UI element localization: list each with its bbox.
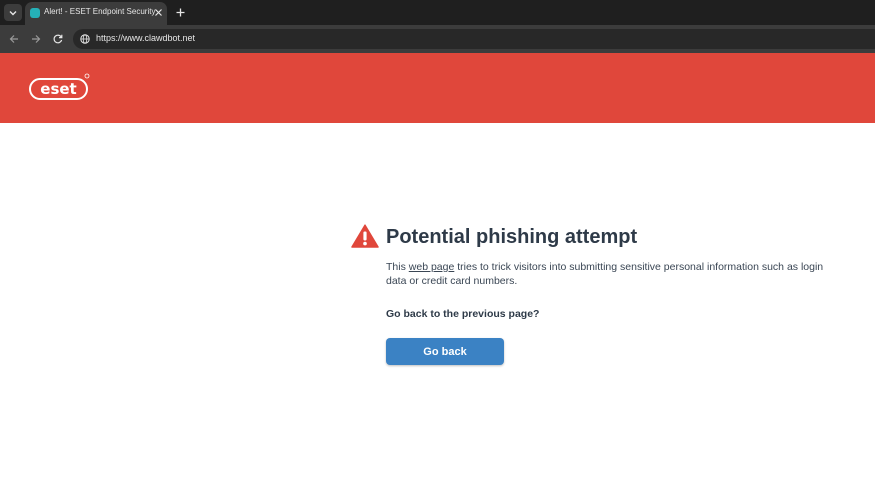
eset-header: eset: [0, 53, 875, 123]
warning-triangle-icon: [351, 224, 379, 248]
reload-icon: [53, 34, 63, 44]
alert-description: This web page tries to trick visitors in…: [386, 260, 846, 288]
close-icon: [154, 8, 162, 16]
go-back-button[interactable]: Go back: [386, 338, 504, 365]
forward-button[interactable]: [29, 32, 43, 46]
eset-logo: eset: [29, 73, 90, 100]
tab-title: Alert! - ESET Endpoint Security: [44, 7, 156, 16]
reload-button[interactable]: [51, 32, 65, 46]
eset-favicon-icon: [30, 8, 40, 18]
browser-tab[interactable]: Alert! - ESET Endpoint Security: [25, 2, 167, 25]
description-prefix: This: [386, 261, 409, 273]
back-button[interactable]: [7, 32, 21, 46]
browser-toolbar: https://www.clawdbot.net: [0, 25, 875, 53]
chevron-down-icon: [9, 10, 17, 15]
globe-icon[interactable]: [80, 34, 90, 44]
new-tab-button[interactable]: [173, 5, 187, 19]
tab-close-button[interactable]: [152, 6, 164, 18]
tab-search-button[interactable]: [4, 4, 22, 21]
arrow-right-icon: [32, 35, 41, 43]
arrow-left-icon: [9, 35, 18, 43]
plus-icon: [176, 8, 184, 16]
url-text: https://www.clawdbot.net: [96, 33, 196, 43]
address-bar[interactable]: https://www.clawdbot.net: [73, 29, 875, 49]
tab-strip: Alert! - ESET Endpoint Security: [0, 0, 875, 25]
page-title: Potential phishing attempt: [386, 226, 638, 248]
web-page-link[interactable]: web page: [409, 261, 455, 273]
go-back-question: Go back to the previous page?: [386, 308, 540, 320]
eset-logo-text: eset: [40, 80, 76, 98]
